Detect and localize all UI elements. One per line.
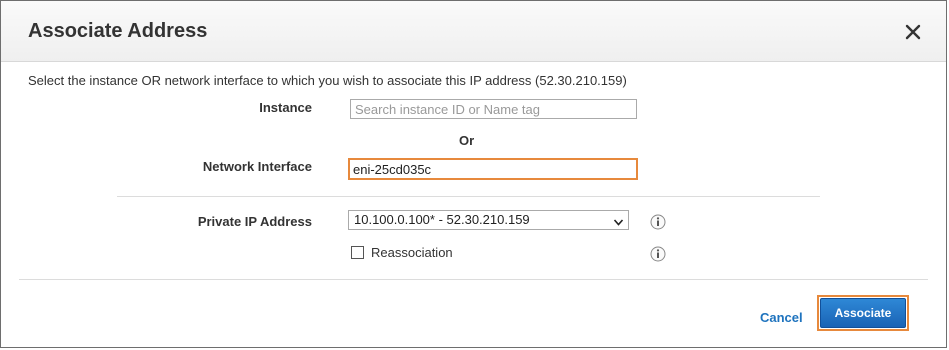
footer-divider (19, 279, 928, 280)
cancel-button[interactable]: Cancel (760, 310, 803, 325)
private-ip-select[interactable]: 10.100.0.100* - 52.30.210.159 (348, 210, 629, 230)
network-interface-label: Network Interface (202, 159, 312, 174)
reassociation-checkbox[interactable] (351, 246, 364, 259)
or-label: Or (459, 133, 475, 148)
associate-button[interactable]: Associate (820, 298, 906, 328)
reassociation-label: Reassociation (371, 245, 453, 260)
section-divider (117, 196, 820, 197)
associate-button-focus-ring: Associate (817, 295, 909, 331)
network-interface-input[interactable] (348, 158, 638, 180)
intro-text: Select the instance OR network interface… (28, 73, 627, 88)
private-ip-info-icon[interactable] (650, 214, 666, 230)
reassociation-info-icon[interactable] (650, 246, 666, 262)
private-ip-label: Private IP Address (197, 214, 312, 229)
private-ip-selected-value: 10.100.0.100* - 52.30.210.159 (354, 212, 530, 227)
associate-address-dialog: Associate Address Select the instance OR… (0, 0, 947, 348)
instance-label: Instance (259, 100, 312, 115)
close-icon[interactable] (904, 20, 922, 42)
chevron-down-icon (613, 215, 624, 226)
dialog-title: Associate Address (28, 20, 208, 42)
dialog-header: Associate Address (1, 1, 946, 62)
instance-search-input[interactable] (350, 99, 637, 119)
